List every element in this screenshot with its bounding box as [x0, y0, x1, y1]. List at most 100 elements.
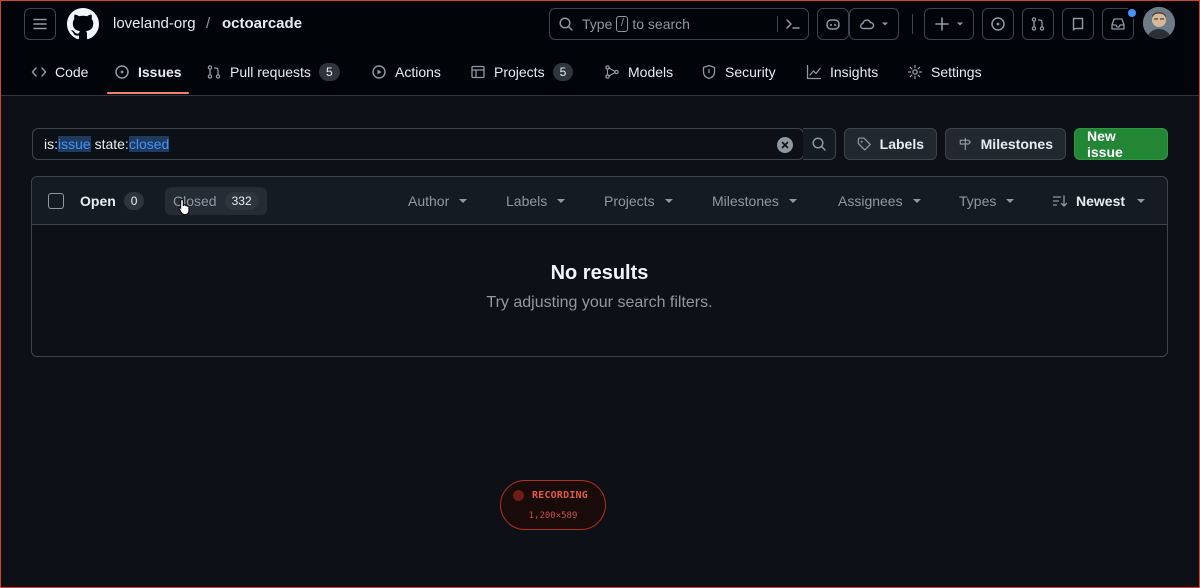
labels-filter-label: Labels	[506, 193, 548, 209]
tab-label: Settings	[931, 64, 982, 80]
milestones-button-label: Milestones	[980, 136, 1053, 152]
inbox-icon	[1111, 18, 1125, 30]
tab-label: Code	[55, 64, 89, 80]
tab-pull-requests[interactable]: Pull requests 5	[206, 60, 340, 84]
assignees-filter-label: Assignees	[838, 193, 903, 209]
new-issue-button[interactable]: New issue	[1074, 128, 1168, 160]
caret-down-icon	[788, 199, 797, 203]
copilot-button[interactable]	[817, 8, 849, 40]
github-logo-icon[interactable]	[67, 8, 99, 40]
issue-opened-icon	[115, 65, 129, 79]
clear-filter-icon[interactable]	[777, 137, 793, 153]
avatar[interactable]	[1143, 7, 1175, 39]
menu-button[interactable]	[24, 8, 56, 40]
play-icon	[372, 65, 386, 79]
select-all-checkbox[interactable]	[48, 193, 64, 209]
search-prefix: Type	[582, 16, 613, 32]
caret-down-icon	[1006, 199, 1015, 203]
open-count: 0	[123, 192, 145, 210]
gear-icon	[907, 64, 923, 80]
types-filter-label: Types	[959, 193, 997, 209]
tab-label: Insights	[830, 64, 879, 80]
chevron-down-icon	[882, 22, 888, 26]
breadcrumb-owner[interactable]: loveland-org	[113, 14, 196, 34]
issues-list-header: Open 0 Closed 332 Author Labels Projects…	[32, 177, 1167, 225]
git-pull-request-icon	[1031, 17, 1045, 31]
filter-value-closed: closed	[128, 136, 170, 152]
code-icon	[31, 67, 47, 77]
milestones-button[interactable]: Milestones	[945, 128, 1066, 160]
caret-down-icon	[664, 199, 673, 203]
search-icon	[812, 137, 826, 151]
search-divider	[777, 16, 778, 32]
header-pull-requests-button[interactable]	[1022, 8, 1054, 40]
tab-projects[interactable]: Projects 5	[470, 60, 574, 84]
filter-key-is: is:	[44, 136, 58, 152]
caret-down-icon	[1137, 199, 1146, 203]
assignees-filter[interactable]: Assignees	[838, 191, 921, 211]
tab-insights[interactable]: Insights	[806, 60, 878, 84]
tab-actions[interactable]: Actions	[371, 60, 441, 84]
author-filter[interactable]: Author	[408, 191, 468, 211]
record-dot-icon	[513, 490, 524, 501]
command-palette-icon[interactable]	[785, 16, 801, 32]
tab-label: Issues	[138, 64, 182, 80]
sort-desc-icon	[1052, 195, 1068, 207]
tab-settings[interactable]: Settings	[907, 60, 982, 84]
header-issues-button[interactable]	[982, 8, 1014, 40]
tab-code[interactable]: Code	[31, 60, 88, 84]
milestones-filter[interactable]: Milestones	[712, 191, 797, 211]
milestone-icon	[959, 138, 971, 150]
tab-security[interactable]: Security	[701, 60, 776, 84]
graph-icon	[806, 64, 822, 80]
filter-search-button[interactable]	[803, 128, 836, 160]
repo-icon	[1072, 17, 1084, 31]
labels-button[interactable]: Labels	[844, 128, 937, 160]
open-filter-button[interactable]: Open 0	[72, 187, 152, 215]
issues-filter-input[interactable]: is: issue state: closed	[32, 128, 804, 160]
shield-icon	[702, 64, 716, 80]
author-filter-label: Author	[408, 193, 450, 209]
global-search[interactable]: Type / to search	[549, 8, 809, 40]
types-filter[interactable]: Types	[959, 191, 1015, 211]
header-divider	[912, 14, 913, 34]
tab-models[interactable]: Models	[604, 60, 673, 84]
header-repos-button[interactable]	[1062, 8, 1094, 40]
active-tab-indicator	[107, 92, 189, 94]
caret-down-icon	[459, 199, 468, 203]
models-icon	[605, 65, 619, 79]
cloud-icon	[860, 19, 875, 30]
recording-label: RECORDING	[532, 490, 588, 501]
tab-label: Actions	[395, 64, 441, 80]
table-icon	[471, 65, 485, 79]
projects-filter-label: Projects	[604, 193, 655, 209]
copilot-icon	[826, 19, 840, 30]
sort-button[interactable]: Newest	[1052, 191, 1146, 211]
milestones-filter-label: Milestones	[712, 193, 779, 209]
tab-count: 5	[552, 63, 574, 81]
global-header: loveland-org / octoarcade Type / to sear…	[0, 0, 1200, 96]
projects-filter[interactable]: Projects	[604, 191, 673, 211]
git-pull-request-icon	[207, 65, 221, 79]
caret-down-icon	[912, 199, 921, 203]
hand-pointer-icon	[178, 198, 190, 215]
breadcrumb-repo[interactable]: octoarcade	[222, 14, 302, 34]
recording-indicator: RECORDING 1,200×589	[500, 480, 606, 530]
codespaces-button[interactable]	[849, 8, 899, 40]
closed-count: 332	[224, 192, 259, 210]
tab-label: Projects	[494, 64, 545, 80]
labels-filter[interactable]: Labels	[506, 191, 566, 211]
tag-icon	[857, 137, 871, 151]
tab-issues[interactable]: Issues	[114, 60, 182, 84]
breadcrumb-separator: /	[206, 15, 211, 32]
search-suffix: to search	[632, 16, 690, 32]
open-label: Open	[80, 193, 116, 209]
search-shortcut-key: /	[616, 16, 629, 32]
new-issue-button-label: New issue	[1087, 128, 1123, 160]
issues-list: Open 0 Closed 332 Author Labels Projects…	[31, 176, 1168, 357]
tab-label: Security	[725, 64, 776, 80]
chevron-down-icon	[957, 22, 963, 26]
create-new-button[interactable]	[924, 8, 974, 40]
tab-label: Pull requests	[230, 64, 311, 80]
tab-count: 5	[318, 63, 340, 81]
